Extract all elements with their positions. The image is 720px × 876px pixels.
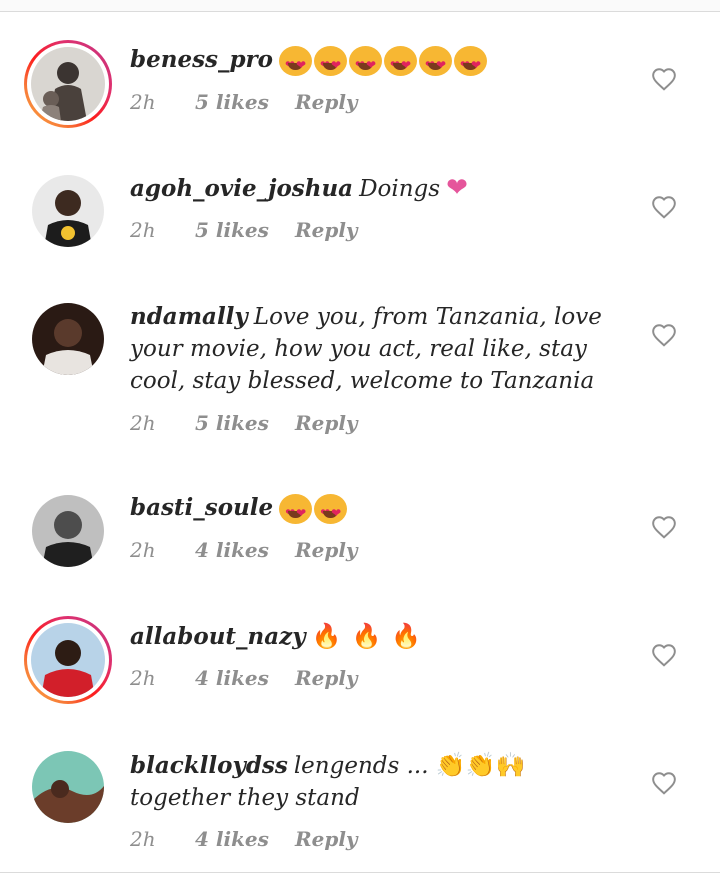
avatar[interactable] (32, 175, 104, 247)
comment-meta: 2h 5 likes Reply (130, 90, 358, 114)
heart-outline-icon[interactable] (651, 515, 677, 539)
fire-emoji-icon: 🔥 (391, 622, 422, 650)
heart-outline-icon[interactable] (651, 67, 677, 91)
avatar[interactable] (32, 751, 104, 823)
comment-text: lengends ... (293, 753, 429, 779)
comment-username[interactable]: basti_soule (130, 494, 273, 521)
heart-eyes-emoji-group (279, 46, 488, 81)
avatar[interactable] (32, 495, 104, 567)
heart-eyes-emoji-icon (419, 46, 453, 81)
avatar-story-ring[interactable] (24, 40, 112, 128)
heart-eyes-emoji-icon (314, 494, 348, 529)
reply-button[interactable]: Reply (295, 666, 358, 690)
comment-likes-count[interactable]: 4 likes (195, 538, 295, 562)
comment-body: beness_pro (130, 44, 630, 81)
heart-eyes-emoji-group (279, 494, 348, 529)
clapping-hands-emoji-icon: 👏 (465, 751, 496, 779)
comment-time: 2h (130, 90, 156, 114)
heart-eyes-emoji-icon (314, 46, 348, 81)
reply-button[interactable]: Reply (295, 90, 358, 114)
pink-heart-emoji-icon: ❤ (446, 173, 468, 203)
reply-button[interactable]: Reply (295, 218, 358, 242)
heart-outline-icon[interactable] (651, 195, 677, 219)
comment-time: 2h (130, 218, 156, 242)
comment-time: 2h (130, 666, 156, 690)
fire-emoji-icon: 🔥 (311, 622, 342, 650)
comment-body: basti_soule (130, 492, 630, 529)
heart-eyes-emoji-icon (279, 494, 313, 529)
avatar-story-ring[interactable] (24, 616, 112, 704)
comment-username[interactable]: ndamally (130, 303, 248, 330)
comment-time: 2h (130, 827, 156, 851)
comment-text: together they stand (130, 785, 360, 811)
heart-outline-icon[interactable] (651, 323, 677, 347)
comment-meta: 2h 4 likes Reply (130, 666, 358, 690)
comment-likes-count[interactable]: 5 likes (195, 218, 295, 242)
comment-likes-count[interactable]: 5 likes (195, 90, 295, 114)
heart-eyes-emoji-icon (279, 46, 313, 81)
comment-time: 2h (130, 538, 156, 562)
top-bar (0, 0, 720, 12)
comment-time: 2h (130, 411, 156, 435)
reply-button[interactable]: Reply (295, 411, 358, 435)
avatar (31, 623, 105, 697)
clapping-hands-emoji-icon: 👏 (435, 751, 466, 779)
heart-eyes-emoji-icon (349, 46, 383, 81)
avatar (31, 47, 105, 121)
comment-meta: 2h 4 likes Reply (130, 827, 358, 851)
heart-outline-icon[interactable] (651, 643, 677, 667)
reply-button[interactable]: Reply (295, 538, 358, 562)
reply-button[interactable]: Reply (295, 827, 358, 851)
comment-username[interactable]: agoh_ovie_joshua (130, 175, 353, 202)
heart-eyes-emoji-icon (384, 46, 418, 81)
heart-eyes-emoji-icon (454, 46, 488, 81)
comment-likes-count[interactable]: 4 likes (195, 827, 295, 851)
comment-meta: 2h 4 likes Reply (130, 538, 358, 562)
comment-username[interactable]: blacklloydss (130, 752, 288, 779)
comment-username[interactable]: beness_pro (130, 46, 273, 73)
comment-likes-count[interactable]: 5 likes (195, 411, 295, 435)
comment-body: blacklloydss lengends ... 👏👏🙌 together th… (130, 749, 630, 814)
comment-meta: 2h 5 likes Reply (130, 411, 358, 435)
heart-outline-icon[interactable] (651, 771, 677, 795)
comment-likes-count[interactable]: 4 likes (195, 666, 295, 690)
avatar[interactable] (32, 303, 104, 375)
comment-body: ndamally Love you, from Tanzania, love yo… (130, 301, 630, 397)
raising-hands-emoji-icon: 🙌 (495, 751, 526, 779)
comment-body: allabout_nazy 🔥 🔥 🔥 (130, 620, 630, 653)
comment-meta: 2h 5 likes Reply (130, 218, 358, 242)
comment-body: agoh_ovie_joshua Doings ❤ (130, 172, 630, 205)
comment-text: Doings (359, 176, 441, 202)
fire-emoji-icon: 🔥 (351, 622, 382, 650)
bottom-divider (0, 872, 720, 873)
comment-username[interactable]: allabout_nazy (130, 623, 306, 650)
